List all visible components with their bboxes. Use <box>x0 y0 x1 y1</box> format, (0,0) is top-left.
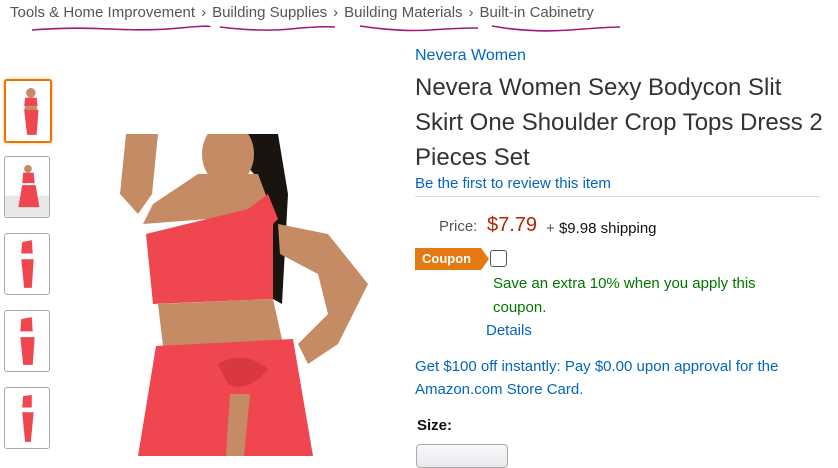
breadcrumb-building-materials[interactable]: Building Materials <box>344 4 462 21</box>
breadcrumb-separator: › <box>201 4 207 21</box>
breadcrumb-separator: › <box>468 4 474 21</box>
shipping-plus: + <box>546 220 555 237</box>
review-link[interactable]: Be the first to review this item <box>415 175 611 192</box>
dress-thumbnail-icon <box>5 165 49 217</box>
brand-link[interactable]: Nevera Women <box>415 47 526 65</box>
model-photo-icon <box>68 134 394 456</box>
breadcrumb-building-supplies[interactable]: Building Supplies <box>212 4 327 21</box>
breadcrumb-built-in-cabinetry[interactable]: Built-in Cabinetry <box>480 4 594 21</box>
dress-thumbnail-icon <box>21 240 34 288</box>
coupon-badge: Coupon <box>415 248 489 270</box>
shipping-cost: $9.98 shipping <box>558 220 657 237</box>
breadcrumb-tools-home-improvement[interactable]: Tools & Home Improvement <box>10 4 195 21</box>
breadcrumb-separator: › <box>333 4 339 21</box>
coupon-text: Save an extra 10% when you apply this co… <box>493 275 756 316</box>
thumbnail-4[interactable] <box>4 310 50 372</box>
divider <box>415 196 820 197</box>
price-value: $7.79 <box>487 214 538 236</box>
dress-thumbnail-icon <box>20 317 35 365</box>
shipping-info: + $9.98 shipping <box>546 220 657 237</box>
breadcrumb: Tools & Home Improvement › Building Suppli… <box>10 4 594 21</box>
size-dropdown[interactable] <box>416 444 508 468</box>
thumbnail-5[interactable] <box>4 387 50 449</box>
thumbnail-2[interactable] <box>4 156 50 218</box>
dress-thumbnail-icon <box>22 395 34 442</box>
thumbnail-3[interactable] <box>4 233 50 295</box>
store-card-offer-link[interactable]: Get $100 off instantly: Pay $0.00 upon a… <box>415 355 825 401</box>
product-title: Nevera Women Sexy Bodycon Slit Skirt One… <box>415 74 823 171</box>
price-label: Price: <box>439 218 478 235</box>
main-product-image[interactable] <box>68 134 394 456</box>
size-label: Size: <box>417 417 453 434</box>
dress-thumbnail-icon <box>24 88 39 135</box>
coupon-details-link[interactable]: Details <box>486 322 532 339</box>
coupon-checkbox[interactable] <box>490 250 507 267</box>
thumbnail-1[interactable] <box>4 79 52 143</box>
annotation-underlines <box>31 25 621 32</box>
